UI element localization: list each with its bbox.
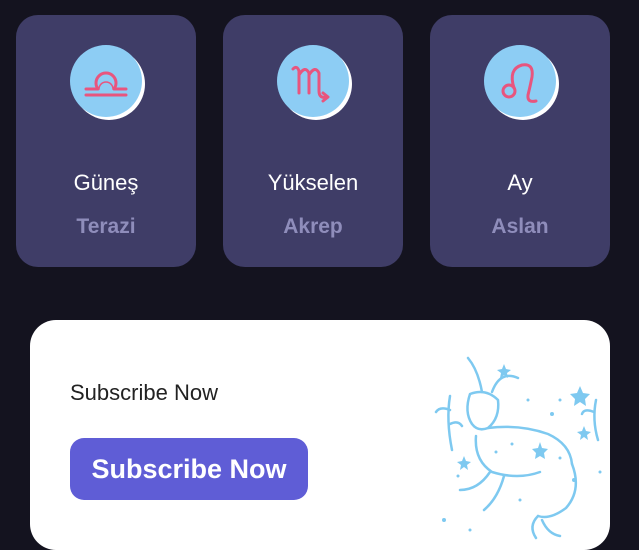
leo-icon	[484, 45, 556, 117]
sun-label: Güneş	[73, 170, 139, 195]
moon-sign-value: Aslan	[491, 215, 549, 238]
subscribe-button[interactable]: Subscribe Now	[70, 438, 308, 500]
capricorn-illustration	[434, 356, 602, 540]
rising-sign-value: Akrep	[283, 215, 343, 238]
rising-sign-card[interactable]: Yükselen Akrep	[223, 15, 403, 267]
libra-icon	[70, 45, 142, 117]
moon-label: Ay	[507, 170, 533, 195]
sun-sign-card[interactable]: Güneş Terazi	[16, 15, 196, 267]
birth-chart-cards: Güneş Terazi Yükselen Akrep Ay Aslan	[0, 0, 639, 280]
subscribe-title: Subscribe Now	[70, 380, 218, 405]
moon-sign-card[interactable]: Ay Aslan	[430, 15, 610, 267]
subscribe-card: Subscribe Now Subscribe Now	[30, 320, 610, 550]
scorpio-icon	[277, 45, 349, 117]
sun-sign-value: Terazi	[76, 215, 136, 238]
rising-label: Yükselen	[267, 170, 359, 195]
